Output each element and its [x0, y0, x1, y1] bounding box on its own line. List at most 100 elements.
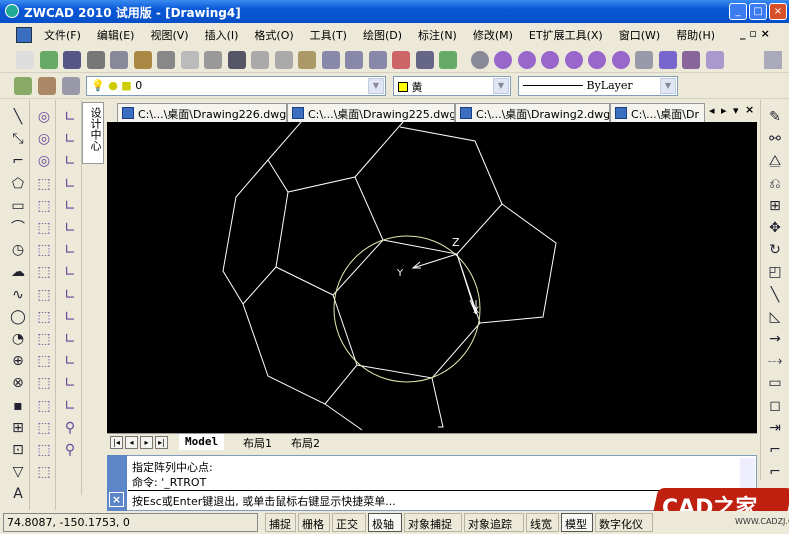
doc-tab[interactable]: C:\...\桌面\Dr	[610, 103, 705, 122]
draw-tool-2-icon[interactable]: ⌐	[9, 152, 27, 170]
ucs-tool-3-icon[interactable]: ∟	[61, 175, 79, 193]
minimize-button[interactable]: _	[729, 3, 747, 20]
ucs-tool-7-icon[interactable]: ∟	[61, 263, 79, 281]
draw-tool-8-icon[interactable]: ∿	[9, 286, 27, 304]
menu-draw[interactable]: 绘图(D)	[355, 27, 410, 43]
zoom-window-icon[interactable]	[345, 51, 363, 69]
last-layout-button[interactable]: ▸|	[155, 436, 168, 449]
menu-help[interactable]: 帮助(H)	[668, 27, 723, 43]
draw-tool-11-icon[interactable]: ⊕	[9, 352, 27, 370]
wedge-icon[interactable]	[564, 51, 583, 69]
draw-tool-14-icon[interactable]: ⊞	[9, 419, 27, 437]
linetype-combo[interactable]: ByLayer ▼	[518, 76, 678, 96]
tab-layout2[interactable]: 布局2	[285, 434, 326, 450]
solid-tool-7-icon[interactable]: ⬚	[35, 263, 53, 281]
revolve-icon[interactable]	[635, 51, 653, 69]
design-center-side-tab[interactable]: 设计中心	[82, 102, 104, 164]
status-toggle-6[interactable]: 线宽	[526, 513, 559, 532]
modify-tool-9-icon[interactable]: ◺	[766, 308, 784, 326]
draw-tool-10-icon[interactable]: ◔	[9, 330, 27, 348]
modify-tool-11-icon[interactable]: ⤏	[766, 352, 784, 370]
modify-tool-10-icon[interactable]: →	[766, 330, 784, 348]
modify-tool-13-icon[interactable]: ◻	[766, 397, 784, 415]
menu-view[interactable]: 视图(V)	[142, 27, 196, 43]
solid-tool-15-icon[interactable]: ⬚	[35, 441, 53, 459]
solid-tool-12-icon[interactable]: ⬚	[35, 374, 53, 392]
tab-scroll-right-button[interactable]: ▸	[721, 104, 727, 117]
tab-scroll-left-button[interactable]: ◂	[709, 104, 715, 117]
doc-tab[interactable]: C:\...\桌面\Drawing2.dwg	[455, 103, 610, 122]
torus-icon[interactable]	[588, 51, 606, 69]
ucs-tool-10-icon[interactable]: ∟	[61, 330, 79, 348]
prev-layout-button[interactable]: ◂	[125, 436, 138, 449]
draw-tool-5-icon[interactable]: ⌒	[9, 219, 27, 237]
menu-file[interactable]: 文件(F)	[36, 27, 89, 43]
chevron-down-icon[interactable]: ▼	[660, 78, 676, 94]
modify-tool-15-icon[interactable]: ⌐	[766, 441, 784, 459]
ucs-tool-12-icon[interactable]: ∟	[61, 374, 79, 392]
modify-tool-7-icon[interactable]: ◰	[766, 263, 784, 281]
chevron-down-icon[interactable]: ▼	[368, 78, 384, 94]
status-toggle-2[interactable]: 正交	[332, 513, 366, 532]
solid-tool-14-icon[interactable]: ⬚	[35, 419, 53, 437]
ucs-tool-0-icon[interactable]: ∟	[61, 108, 79, 126]
solid-tool-4-icon[interactable]: ⬚	[35, 197, 53, 215]
modify-tool-4-icon[interactable]: ⊞	[766, 197, 784, 215]
status-toggle-4[interactable]: 对象捕捉	[404, 513, 462, 532]
status-toggle-5[interactable]: 对象追踪	[464, 513, 524, 532]
tab-close-button[interactable]: ×	[745, 103, 754, 116]
modify-tool-6-icon[interactable]: ↻	[766, 241, 784, 259]
print-icon[interactable]	[86, 51, 105, 69]
draw-tool-13-icon[interactable]: ▪	[9, 397, 27, 415]
draw-tool-16-icon[interactable]: ▽	[9, 463, 27, 481]
status-toggle-8[interactable]: 数字化仪	[595, 513, 653, 532]
solid-tool-5-icon[interactable]: ⬚	[35, 219, 53, 237]
modify-tool-5-icon[interactable]: ✥	[766, 219, 784, 237]
ucs-tool-13-icon[interactable]: ∟	[61, 397, 79, 415]
open-icon[interactable]	[39, 51, 58, 69]
ucs-tool-5-icon[interactable]: ∟	[61, 219, 79, 237]
ucs-tool-15-icon[interactable]: ⚲	[61, 441, 79, 459]
menu-insert[interactable]: 插入(I)	[197, 27, 247, 43]
draw-tool-12-icon[interactable]: ⊗	[9, 374, 27, 392]
copy-icon[interactable]	[180, 51, 199, 69]
modify-tool-8-icon[interactable]: ╲	[766, 286, 784, 304]
sphere-icon[interactable]	[494, 51, 512, 69]
maximize-button[interactable]: □	[749, 3, 767, 20]
modify-tool-0-icon[interactable]: ✎	[766, 108, 784, 126]
modify-tool-16-icon[interactable]: ⌐	[766, 463, 784, 481]
draw-tool-4-icon[interactable]: ▭	[9, 197, 27, 215]
status-toggle-1[interactable]: 栅格	[298, 513, 330, 532]
cylinder-icon[interactable]	[517, 51, 536, 69]
draw-tool-0-icon[interactable]: ╲	[9, 108, 27, 126]
menu-edit[interactable]: 编辑(E)	[89, 27, 143, 43]
publish-icon[interactable]	[133, 51, 152, 69]
solid-tool-3-icon[interactable]: ⬚	[35, 175, 53, 193]
ucs-tool-14-icon[interactable]: ⚲	[61, 419, 79, 437]
status-toggle-0[interactable]: 捕捉	[265, 513, 296, 532]
match-properties-icon[interactable]	[227, 51, 246, 69]
layer-state-icon[interactable]	[38, 77, 56, 95]
command-window-handle[interactable]: ×	[107, 455, 127, 511]
close-icon[interactable]: ×	[109, 492, 124, 507]
ucs-tool-1-icon[interactable]: ∟	[61, 130, 79, 148]
tab-model[interactable]: Model	[179, 434, 225, 450]
chevron-down-icon[interactable]: ▼	[493, 78, 509, 94]
doc-window-controls[interactable]: _ ▫ ×	[740, 27, 770, 40]
solid-tool-11-icon[interactable]: ⬚	[35, 352, 53, 370]
modify-tool-1-icon[interactable]: ⚯	[766, 130, 784, 148]
status-toggle-3[interactable]: 极轴	[368, 513, 402, 532]
preview-icon[interactable]	[110, 51, 128, 69]
solid-tool-16-icon[interactable]: ⬚	[35, 463, 53, 481]
modify-tool-14-icon[interactable]: ⇥	[766, 419, 784, 437]
ucs-tool-8-icon[interactable]: ∟	[61, 286, 79, 304]
paste-icon[interactable]	[204, 51, 222, 69]
solid-tool-13-icon[interactable]: ⬚	[35, 397, 53, 415]
menu-format[interactable]: 格式(O)	[246, 27, 301, 43]
tool-palette-icon[interactable]	[439, 51, 457, 69]
ucs-tool-11-icon[interactable]: ∟	[61, 352, 79, 370]
modify-tool-2-icon[interactable]: ⧋	[766, 152, 784, 170]
draw-tool-3-icon[interactable]: ⬠	[9, 175, 27, 193]
draw-tool-7-icon[interactable]: ☁	[9, 263, 27, 281]
color-combo[interactable]: 黄 ▼	[393, 76, 511, 96]
